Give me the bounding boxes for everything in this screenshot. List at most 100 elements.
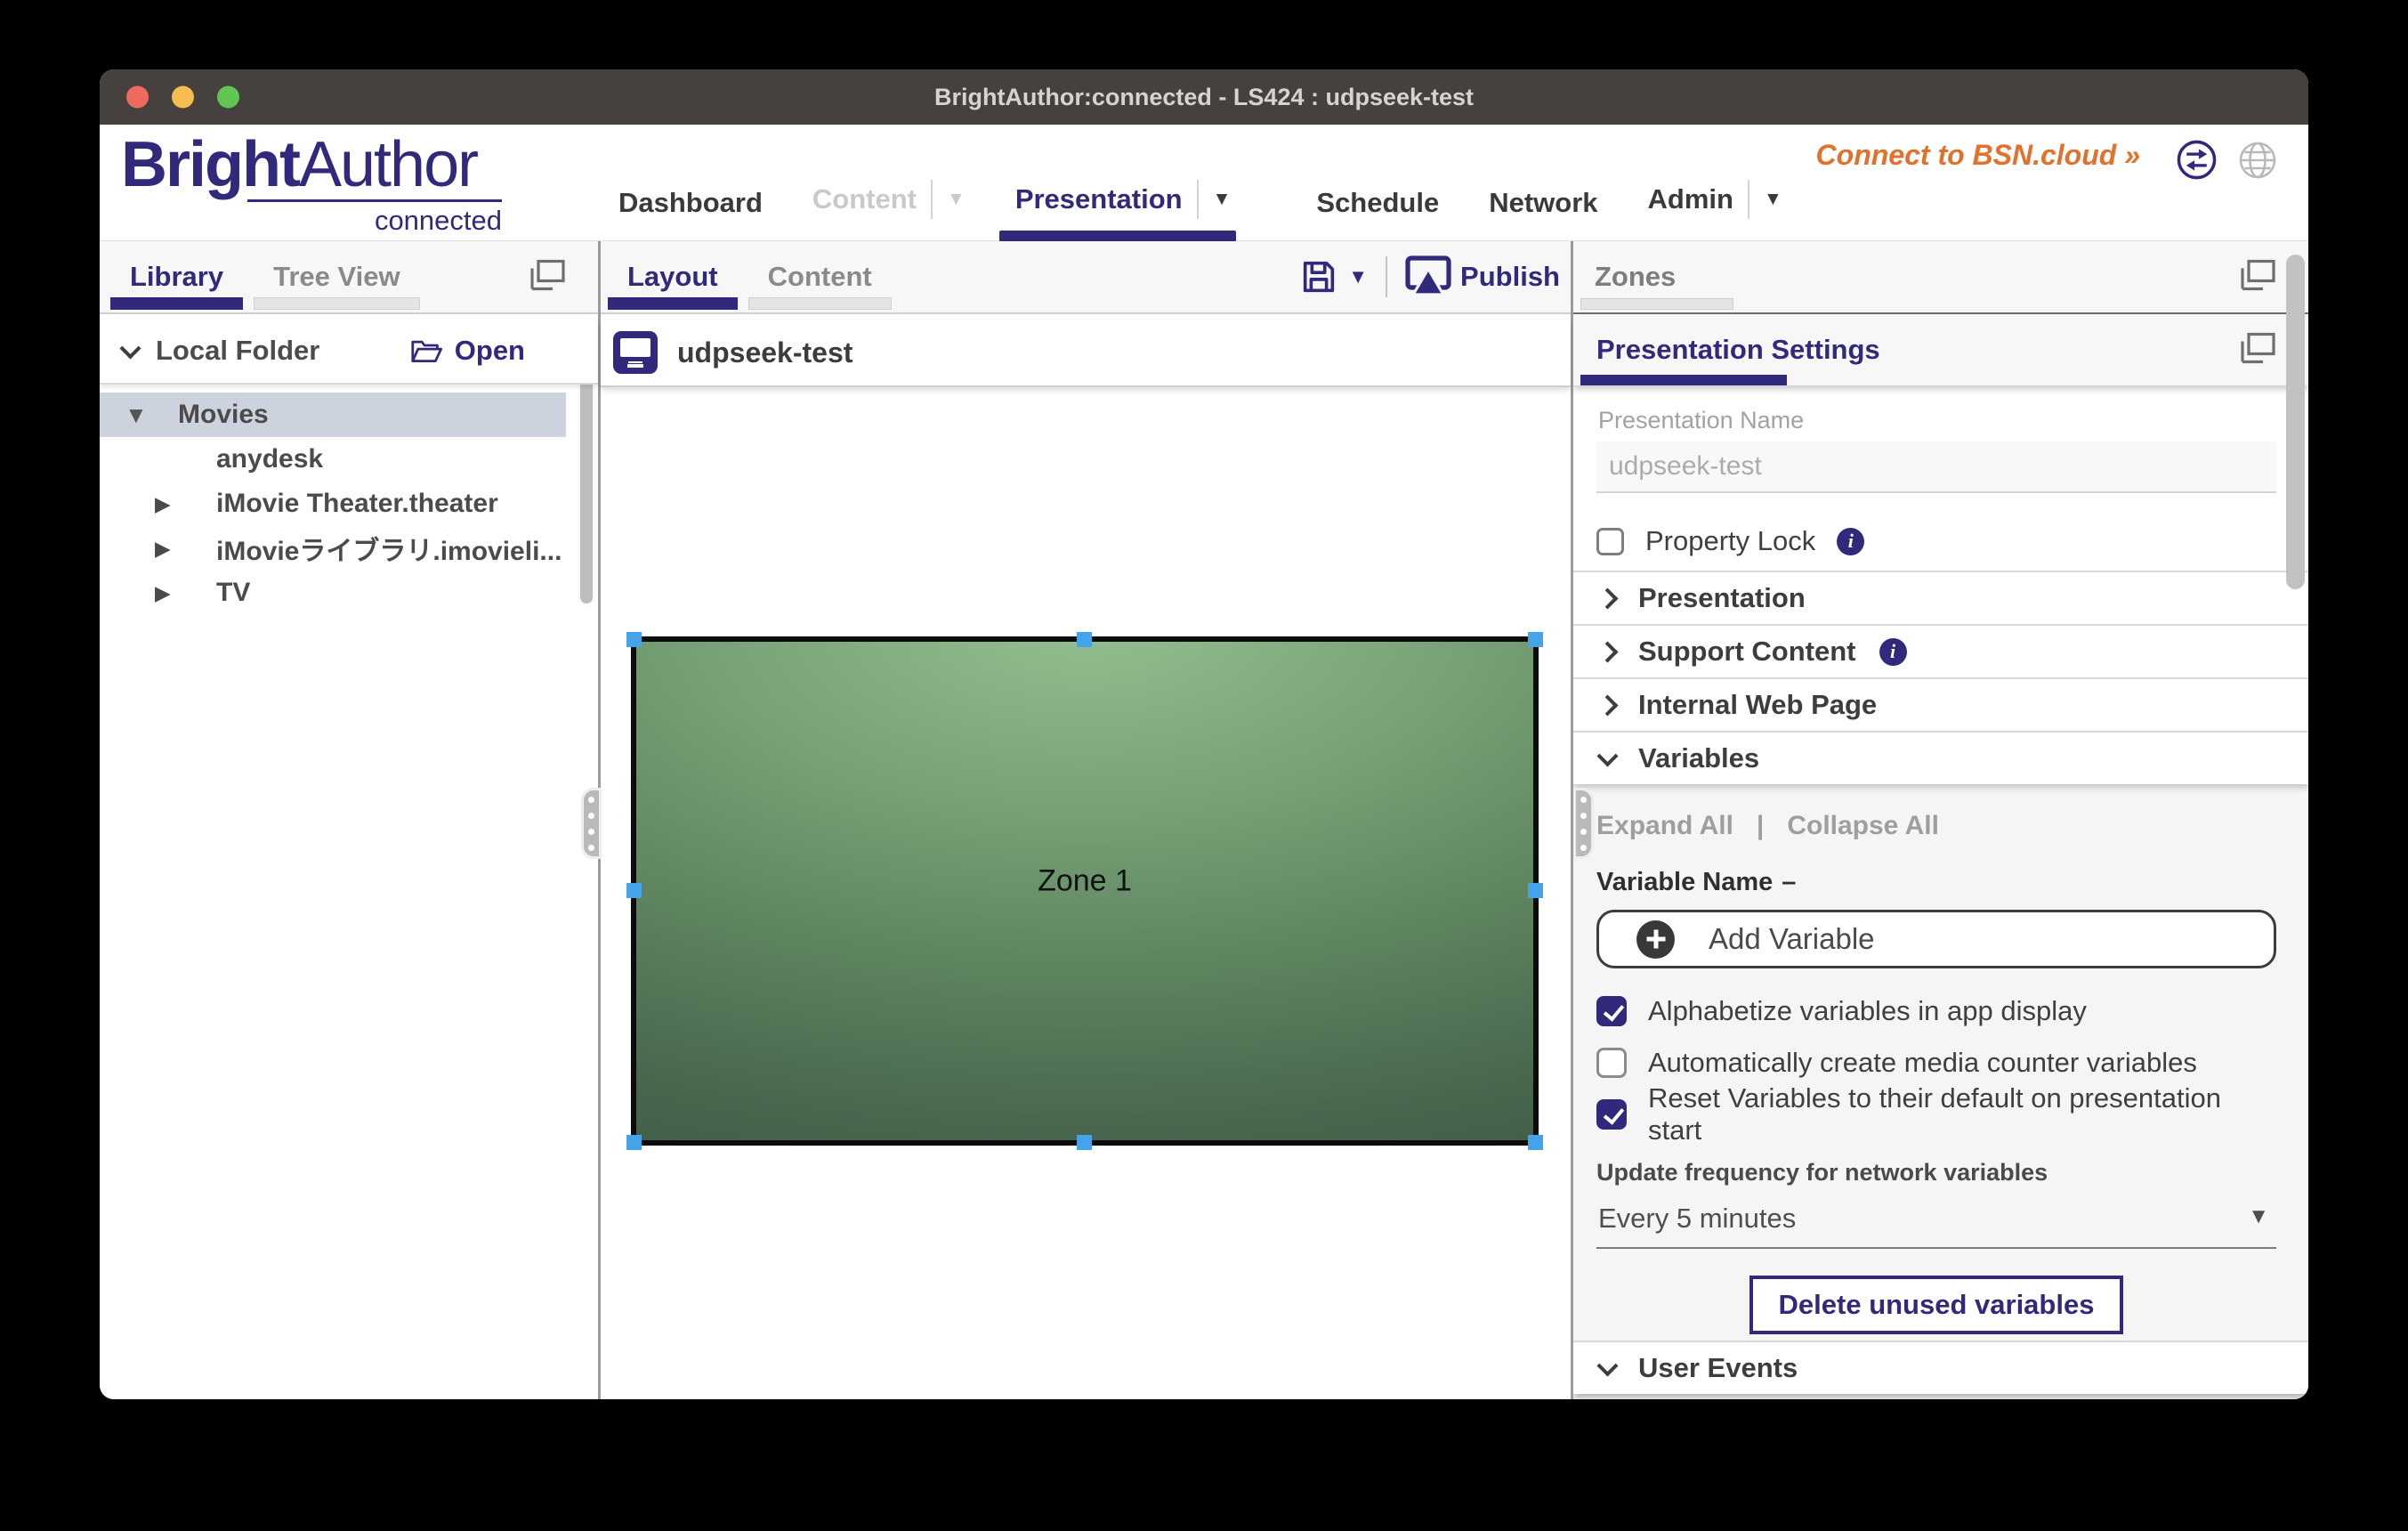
- resize-handle-top-left[interactable]: [626, 632, 642, 647]
- publish-button[interactable]: Publish: [1405, 255, 1560, 299]
- tab-layout-label: Layout: [627, 261, 718, 293]
- section-user-events[interactable]: User Events: [1573, 1341, 2308, 1394]
- tab-tree-view-label: Tree View: [273, 261, 400, 293]
- inactive-tab-bar: [1580, 298, 1733, 310]
- expand-all-link[interactable]: Expand All: [1596, 811, 1733, 841]
- media-tree: ▼ Movies anydesk ▶ iMovie Theater.theate…: [100, 385, 598, 615]
- nav-network[interactable]: Network: [1489, 187, 1597, 219]
- delete-unused-variables-button[interactable]: Delete unused variables: [1749, 1276, 2123, 1334]
- layout-editor: Layout Content ▼ Publish udpseek-test: [601, 241, 1573, 1399]
- tab-tree-view[interactable]: Tree View: [248, 241, 424, 312]
- tree-label: iMovieライブラリ.imovieli...: [216, 529, 562, 568]
- info-icon[interactable]: [1879, 638, 1907, 666]
- editor-actions: ▼ Publish: [1298, 255, 1571, 299]
- tree-row-tv[interactable]: ▶ TV: [100, 571, 598, 615]
- info-icon[interactable]: [1837, 528, 1864, 555]
- close-window-button[interactable]: [126, 86, 149, 109]
- local-folder-row: Local Folder Open: [100, 319, 598, 385]
- presentation-title-row: udpseek-test: [601, 320, 1571, 387]
- zone-1[interactable]: Zone 1: [631, 636, 1539, 1146]
- tab-content[interactable]: Content: [743, 241, 897, 312]
- tree-row-anydesk[interactable]: anydesk: [100, 437, 598, 482]
- undock-panel-icon[interactable]: [2237, 256, 2278, 298]
- nav-presentation-label[interactable]: Presentation: [1015, 183, 1183, 215]
- save-button[interactable]: ▼: [1298, 256, 1368, 297]
- media-counter-variables-checkbox[interactable]: [1596, 1048, 1627, 1078]
- tree-row-imovie-theater[interactable]: ▶ iMovie Theater.theater: [100, 482, 598, 526]
- collapse-all-link[interactable]: Collapse All: [1787, 811, 1939, 841]
- resize-handle-top-center[interactable]: [1077, 632, 1092, 647]
- property-lock-label: Property Lock: [1645, 525, 1815, 557]
- globe-language-icon[interactable]: [2238, 141, 2277, 184]
- section-internal-web-page[interactable]: Internal Web Page: [1573, 677, 2308, 731]
- update-frequency-select[interactable]: Every 5 minutes ▼: [1596, 1199, 2276, 1249]
- tab-layout[interactable]: Layout: [602, 241, 743, 312]
- section-label: Variables: [1638, 742, 1759, 774]
- nav-content-label[interactable]: Content: [812, 183, 917, 215]
- left-splitter-handle[interactable]: [581, 788, 602, 859]
- minimize-window-button[interactable]: [172, 86, 194, 109]
- checkbox-label: Automatically create media counter varia…: [1648, 1047, 2197, 1079]
- tab-zones-label: Zones: [1595, 261, 1676, 293]
- nav-admin-label[interactable]: Admin: [1648, 183, 1733, 215]
- resize-handle-mid-right[interactable]: [1528, 883, 1543, 898]
- section-variables[interactable]: Variables: [1573, 731, 2308, 784]
- maximize-window-button[interactable]: [217, 86, 239, 109]
- caret-right-icon[interactable]: ▶: [155, 492, 171, 516]
- logo-connected: connected: [121, 205, 502, 237]
- presentation-name-label: Presentation Name: [1598, 407, 2276, 434]
- caret-right-icon[interactable]: ▶: [155, 581, 171, 605]
- resize-handle-bottom-center[interactable]: [1077, 1135, 1092, 1150]
- alphabetize-variables-checkbox[interactable]: [1596, 996, 1627, 1026]
- zone-label: Zone 1: [1038, 863, 1132, 898]
- resize-handle-bottom-left[interactable]: [626, 1135, 642, 1150]
- settings-panel-scrollbar[interactable]: [2286, 255, 2305, 589]
- tree-row-movies[interactable]: ▼ Movies: [100, 393, 566, 437]
- section-support-content[interactable]: Support Content: [1573, 624, 2308, 677]
- library-sidebar: Library Tree View Local Folder Open ▼ Mo…: [100, 241, 601, 1399]
- tab-zones[interactable]: Zones: [1573, 241, 1697, 312]
- reset-variables-checkbox[interactable]: [1596, 1099, 1627, 1130]
- chevron-down-icon[interactable]: ▼: [1348, 265, 1368, 288]
- resize-handle-top-right[interactable]: [1528, 632, 1543, 647]
- chevron-down-icon[interactable]: ▼: [947, 189, 966, 210]
- add-variable-button[interactable]: Add Variable: [1596, 910, 2276, 968]
- undock-panel-icon[interactable]: [527, 256, 568, 298]
- resize-handle-bottom-right[interactable]: [1528, 1135, 1543, 1150]
- sidebar-tabs: Library Tree View: [100, 241, 598, 314]
- right-splitter-handle[interactable]: [1573, 788, 1594, 859]
- variable-name-label: Variable Name: [1596, 868, 1773, 897]
- undock-panel-icon[interactable]: [2237, 329, 2278, 371]
- nav-divider: [1197, 180, 1199, 219]
- tab-library[interactable]: Library: [105, 241, 248, 312]
- app-window: BrightAuthor:connected - LS424 : udpseek…: [100, 69, 2308, 1399]
- resize-handle-mid-left[interactable]: [626, 883, 642, 898]
- section-presentation[interactable]: Presentation: [1573, 571, 2308, 624]
- tree-row-imovie-library[interactable]: ▶ iMovieライブラリ.imovieli...: [100, 526, 598, 571]
- variable-name-header[interactable]: Variable Name –: [1596, 868, 2276, 897]
- caret-down-icon[interactable]: ▼: [125, 401, 148, 429]
- caret-right-icon[interactable]: ▶: [155, 537, 171, 561]
- logo-wordmark: BrightAuthor: [121, 132, 513, 199]
- section-label: Internal Web Page: [1638, 689, 1877, 721]
- alphabetize-variables-row: Alphabetize variables in app display: [1596, 993, 2276, 1029]
- active-tab-bar: [608, 297, 738, 310]
- inactive-tab-bar: [254, 297, 419, 310]
- chevron-down-icon[interactable]: ▼: [1764, 189, 1782, 210]
- chevron-down-icon[interactable]: [119, 337, 141, 359]
- property-lock-checkbox[interactable]: [1596, 528, 1624, 555]
- transfer-sync-icon[interactable]: [2176, 139, 2218, 185]
- nav-presentation: Presentation ▼: [1015, 180, 1232, 219]
- layout-canvas[interactable]: Zone 1: [601, 387, 1571, 1399]
- chevron-down-icon[interactable]: ▼: [1213, 189, 1232, 210]
- inactive-tab-bar: [748, 297, 892, 310]
- presentation-name-input[interactable]: [1596, 441, 2276, 493]
- open-folder-button[interactable]: Open: [410, 335, 525, 367]
- nav-schedule[interactable]: Schedule: [1316, 187, 1439, 219]
- section-label: Support Content: [1638, 636, 1856, 668]
- chevron-right-icon: [1596, 587, 1618, 609]
- media-counter-variables-row: Automatically create media counter varia…: [1596, 1045, 2276, 1081]
- connect-bsn-link[interactable]: Connect to BSN.cloud »: [1816, 139, 2140, 172]
- open-folder-icon: [410, 337, 442, 365]
- nav-dashboard[interactable]: Dashboard: [618, 187, 763, 219]
